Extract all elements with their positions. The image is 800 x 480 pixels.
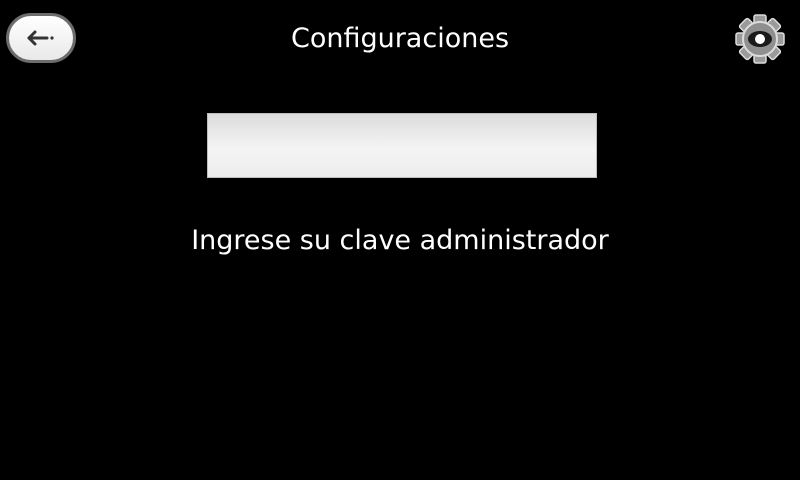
- instruction-text: Ingrese su clave administrador: [191, 225, 609, 256]
- gear-icon: [735, 14, 785, 64]
- settings-button[interactable]: [724, 13, 796, 65]
- admin-password-input[interactable]: [207, 113, 597, 178]
- page-title: Configuraciones: [290, 23, 510, 54]
